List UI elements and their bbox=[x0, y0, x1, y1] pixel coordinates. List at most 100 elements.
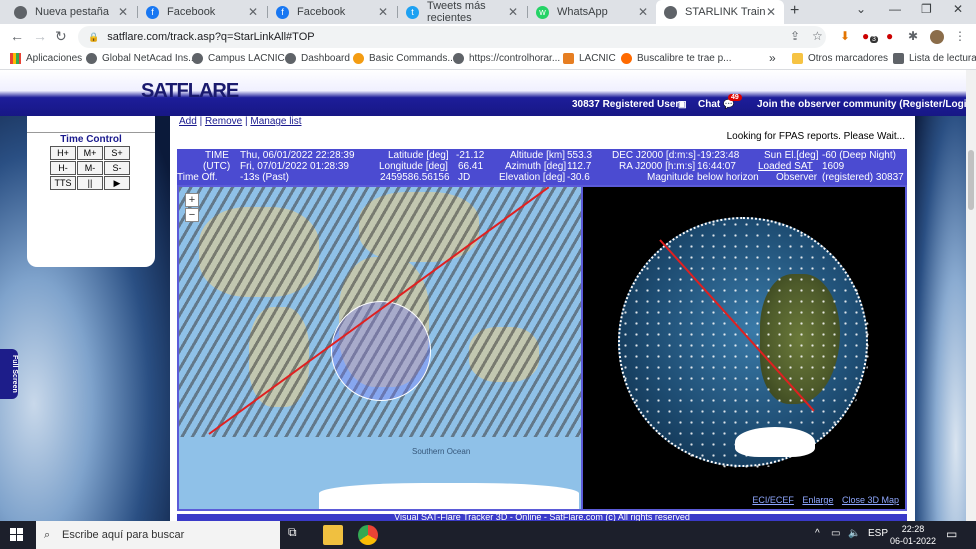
observer-label: Observer bbox=[776, 172, 818, 183]
tab-whatsapp[interactable]: w WhatsApp ✕ bbox=[528, 0, 656, 24]
remove-link[interactable]: Remove bbox=[205, 116, 242, 127]
file-explorer-icon[interactable] bbox=[323, 525, 343, 545]
system-clock[interactable]: 22:28 06-01-2022 bbox=[890, 523, 936, 547]
avatar[interactable] bbox=[930, 30, 944, 44]
notifications-icon[interactable]: ▭ bbox=[946, 527, 957, 541]
enlarge-link[interactable]: Enlarge bbox=[802, 495, 833, 505]
share-icon[interactable]: ⇪ bbox=[790, 29, 800, 43]
forward-icon[interactable]: → bbox=[33, 28, 47, 44]
zoom-in-button[interactable]: + bbox=[185, 193, 199, 207]
bookmark-dashboard[interactable]: Dashboard bbox=[285, 53, 350, 64]
close-3d-map-link[interactable]: Close 3D Map bbox=[842, 495, 899, 505]
globe-icon bbox=[14, 5, 27, 19]
utc-label: (UTC) bbox=[203, 161, 231, 172]
eci-ecef-link[interactable]: ECI/ECEF bbox=[752, 495, 794, 505]
minute-minus-button[interactable]: M- bbox=[77, 161, 103, 175]
bookmarks-more-button[interactable]: » bbox=[769, 51, 776, 65]
bookmark-netacad[interactable]: Global NetAcad Ins... bbox=[86, 53, 197, 64]
search-icon: ⌕ bbox=[44, 529, 51, 541]
world-map-2d[interactable]: Southern Ocean + − bbox=[179, 187, 581, 509]
mega-icon[interactable]: ● bbox=[886, 29, 893, 43]
join-link[interactable]: Join the observer community (Register/Lo… bbox=[757, 99, 966, 110]
star-icon[interactable]: ☆ bbox=[812, 29, 823, 43]
tab-new-tab[interactable]: Nueva pestaña ✕ bbox=[6, 0, 136, 24]
bookmark-buscalibre[interactable]: Buscalibre te trae p... bbox=[621, 53, 732, 64]
minimize-button[interactable]: — bbox=[889, 2, 901, 16]
tab-twitter[interactable]: t Tweets más recientes ✕ bbox=[398, 0, 526, 24]
bookmark-basic-commands[interactable]: Basic Commands... bbox=[353, 53, 456, 64]
search-placeholder: Escribe aquí para buscar bbox=[62, 529, 185, 541]
play-button[interactable]: ▶ bbox=[104, 176, 130, 190]
facebook-icon: f bbox=[276, 5, 289, 19]
close-window-button[interactable]: ✕ bbox=[953, 2, 963, 16]
tab-starlink[interactable]: STARLINK Train - 3D R ✕ bbox=[656, 0, 784, 24]
twitter-icon: t bbox=[406, 5, 419, 19]
tray-chevron-icon[interactable]: ^ bbox=[815, 528, 820, 539]
globe-controls: ECI/ECEF Enlarge Close 3D Map bbox=[583, 491, 905, 509]
satellite-dots bbox=[620, 219, 870, 469]
divider bbox=[27, 132, 155, 133]
sun-el-value: -60 (Deep Night) bbox=[822, 150, 896, 161]
tab-facebook-1[interactable]: f Facebook ✕ bbox=[138, 0, 266, 24]
bookmark-campus-lacnic[interactable]: Campus LACNIC bbox=[192, 53, 285, 64]
puzzle-icon[interactable]: ✱ bbox=[908, 29, 918, 43]
volume-icon[interactable]: 🔈 bbox=[848, 528, 860, 539]
observer-value: (registered) 30837 bbox=[822, 172, 904, 183]
download-icon[interactable]: ⬇ bbox=[840, 29, 850, 43]
bookmark-apps[interactable]: Aplicaciones bbox=[10, 53, 82, 64]
close-icon[interactable]: ✕ bbox=[508, 5, 518, 19]
dec-value: -19:23:48 bbox=[697, 150, 740, 161]
loaded-sat-value: 1609 bbox=[822, 161, 845, 172]
second-plus-button[interactable]: S+ bbox=[104, 146, 130, 160]
add-link[interactable]: Add bbox=[179, 116, 197, 127]
hour-plus-button[interactable]: H+ bbox=[50, 146, 76, 160]
close-icon[interactable]: ✕ bbox=[118, 5, 128, 19]
language-indicator[interactable]: ESP bbox=[868, 528, 888, 539]
hour-minus-button[interactable]: H- bbox=[50, 161, 76, 175]
chat-link[interactable]: Chat bbox=[698, 99, 720, 110]
tab-search-icon[interactable]: ⌄ bbox=[856, 2, 866, 16]
minute-plus-button[interactable]: M+ bbox=[77, 146, 103, 160]
menu-icon[interactable]: ⋮ bbox=[954, 29, 966, 43]
site-logo[interactable]: SATFLARE bbox=[141, 80, 239, 103]
windows-start-button[interactable] bbox=[10, 528, 24, 542]
second-minus-button[interactable]: S- bbox=[104, 161, 130, 175]
scrollbar-thumb[interactable] bbox=[968, 150, 974, 210]
clock-time: 22:28 bbox=[901, 524, 925, 534]
globe-icon bbox=[86, 53, 97, 64]
tab-label: Facebook bbox=[297, 6, 346, 18]
ocean-label: Southern Ocean bbox=[412, 447, 471, 456]
earth-globe bbox=[618, 217, 870, 469]
taskbar-search[interactable]: ⌕ Escribe aquí para buscar bbox=[36, 521, 280, 549]
restore-button[interactable]: ❐ bbox=[921, 2, 932, 16]
ra-label: RA J2000 [h:m:s] bbox=[619, 161, 696, 172]
url-field[interactable]: 🔒 satflare.com/track.asp?q=StarLinkAll#T… bbox=[78, 26, 826, 48]
bookmark-controlhorario[interactable]: https://controlhorar... bbox=[453, 53, 560, 64]
zoom-out-button[interactable]: − bbox=[185, 208, 199, 222]
globe-view-3d[interactable] bbox=[583, 187, 905, 491]
bookmark-other[interactable]: Otros marcadores bbox=[792, 53, 888, 64]
tab-facebook-2[interactable]: f Facebook ✕ bbox=[268, 0, 396, 24]
network-icon[interactable]: ▭ bbox=[831, 528, 840, 539]
tab-label: Facebook bbox=[167, 6, 216, 18]
manage-list-link[interactable]: Manage list bbox=[250, 116, 301, 127]
loaded-sat-link[interactable]: Loaded SAT bbox=[758, 161, 813, 172]
chrome-icon[interactable] bbox=[358, 525, 378, 545]
close-icon[interactable]: ✕ bbox=[638, 5, 648, 19]
earth-background-right bbox=[915, 110, 966, 521]
reading-list[interactable]: Lista de lectura bbox=[893, 53, 976, 64]
new-tab-button[interactable]: + bbox=[790, 2, 799, 20]
close-icon[interactable]: ✕ bbox=[378, 5, 388, 19]
full-screen-button[interactable]: Full Screen bbox=[0, 349, 18, 399]
extension-icon[interactable]: ● bbox=[862, 29, 869, 43]
reload-icon[interactable]: ↻ bbox=[55, 28, 67, 45]
page-scrollbar[interactable] bbox=[966, 70, 976, 521]
task-view-icon[interactable]: ⧉ bbox=[288, 525, 308, 545]
close-icon[interactable]: ✕ bbox=[766, 5, 776, 19]
close-icon[interactable]: ✕ bbox=[248, 5, 258, 19]
tts-button[interactable]: TTS bbox=[50, 176, 76, 190]
bookmark-lacnic[interactable]: LACNIC bbox=[563, 53, 616, 64]
pause-button[interactable]: || bbox=[77, 176, 103, 190]
fpas-status: Looking for FPAS reports. Please Wait... bbox=[726, 131, 905, 142]
back-icon[interactable]: ← bbox=[10, 28, 24, 44]
